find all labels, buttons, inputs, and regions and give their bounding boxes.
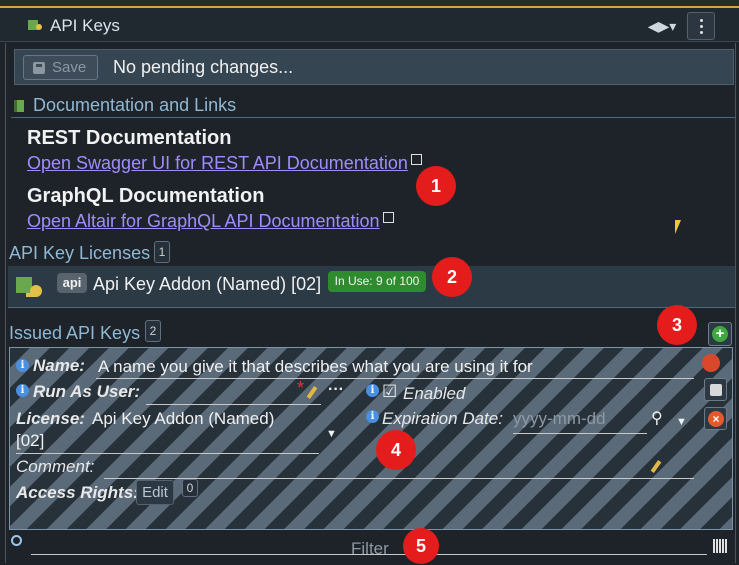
save-key-button[interactable] [704,378,727,401]
enabled-label: Enabled [403,384,466,403]
menu-dot-icon [700,31,703,34]
info-icon[interactable]: i [366,384,379,397]
license-name: Api Key Addon (Named) [02] [93,274,322,294]
menu-dot-icon [700,25,703,28]
callout-marker: 3 [657,305,697,345]
api-tag: api [57,273,87,293]
graphql-doc-heading: GraphQL Documentation [27,185,265,207]
documentation-section-title: Documentation and Links [33,95,237,115]
run-as-user-input[interactable] [146,404,321,405]
floppy-disk-icon [33,62,45,74]
window-title: API Keys [50,16,120,35]
documentation-section-header[interactable]: Documentation and Links [11,94,735,118]
expiration-date-input[interactable]: yyyy-mm-dd [513,409,606,429]
search-icon [11,535,22,546]
license-dropdown-icon[interactable]: ▼ [326,428,337,440]
mouse-cursor-icon [675,220,681,234]
run-as-user-label: Run As User: [33,382,141,401]
pencil-icon[interactable] [306,386,318,399]
external-link-icon [410,154,422,165]
save-button[interactable]: Save [23,55,98,80]
enabled-checkbox[interactable]: ☑ [382,382,397,402]
layout-toggle-button[interactable]: ◀▶▾ [646,14,678,38]
location-pin-icon[interactable]: ⚲ [651,408,663,428]
license-select-value-line2[interactable]: [02] [16,431,44,451]
info-icon[interactable]: i [366,410,379,423]
floppy-disk-icon [710,384,722,396]
rest-doc-link-text: Open Swagger UI for REST API Documentati… [27,153,408,173]
main-panel: Save No pending changes... Documentation… [5,43,737,564]
rest-doc-link[interactable]: Open Swagger UI for REST API Documentati… [27,153,422,174]
comment-label: Comment: [16,457,95,476]
key-license-icon [16,277,42,297]
external-link-icon [382,212,394,223]
save-bar: Save No pending changes... [14,49,734,85]
licenses-count-badge: 1 [154,241,170,263]
license-label: License: [16,409,85,428]
required-marker: * [297,378,305,398]
api-key-card: i Name: A name you give it that describe… [9,347,733,530]
book-icon [14,100,24,112]
api-keys-icon [28,20,42,30]
save-button-label: Save [52,59,87,76]
no-entry-icon [702,354,720,372]
access-rights-label: Access Rights: [16,483,139,502]
callout-marker: 5 [403,528,439,564]
name-underline [96,378,694,379]
api-keys-window: API Keys ◀▶▾ Save No pending changes... … [0,0,739,565]
edit-access-rights-button[interactable]: Edit [136,480,174,505]
title-bar: API Keys ◀▶▾ [0,8,739,42]
filter-input[interactable]: Filter [351,539,389,559]
licenses-section-title: API Key Licenses [9,243,151,263]
split-arrows-icon: ◀▶▾ [647,18,677,34]
window-top-border [0,0,739,8]
issued-keys-count-badge: 2 [145,320,161,342]
more-menu-button[interactable] [687,12,715,40]
graphql-doc-link[interactable]: Open Altair for GraphQL API Documentatio… [27,211,394,232]
close-icon: × [708,411,724,427]
name-input[interactable]: A name you give it that describes what y… [98,357,533,377]
delete-key-button[interactable] [700,352,723,375]
pencil-icon[interactable] [650,460,662,473]
callout-marker: 1 [416,166,456,206]
license-row[interactable]: api Api Key Addon (Named) [02] In Use: 9… [8,257,735,308]
filter-underline [31,554,707,555]
info-icon[interactable]: i [16,359,29,372]
callout-marker: 2 [432,257,472,297]
expiration-date-label: Expiration Date: [382,409,503,428]
issued-keys-section-title: Issued API Keys [9,323,141,343]
callout-marker: 4 [376,430,416,470]
plus-icon: + [712,326,728,342]
menu-dot-icon [700,19,703,22]
info-icon[interactable]: i [16,384,29,397]
barcode-icon[interactable] [713,539,728,553]
pending-changes-status: No pending changes... [113,57,294,77]
more-options-button[interactable]: ··· [328,381,344,399]
cancel-key-button[interactable]: × [704,407,727,430]
name-label: Name: [33,356,85,375]
graphql-doc-link-text: Open Altair for GraphQL API Documentatio… [27,211,380,231]
rest-doc-heading: REST Documentation [27,127,232,149]
license-select-value-line1[interactable]: Api Key Addon (Named) [92,409,274,429]
access-rights-count: 0 [182,479,198,497]
chevron-down-icon[interactable]: ▼ [676,416,687,428]
in-use-badge: In Use: 9 of 100 [328,271,426,292]
filter-bar: Filter 5 [6,528,737,564]
expiration-date-underline [513,433,647,434]
add-api-key-button[interactable]: + [708,322,732,346]
license-select-underline [16,453,319,454]
